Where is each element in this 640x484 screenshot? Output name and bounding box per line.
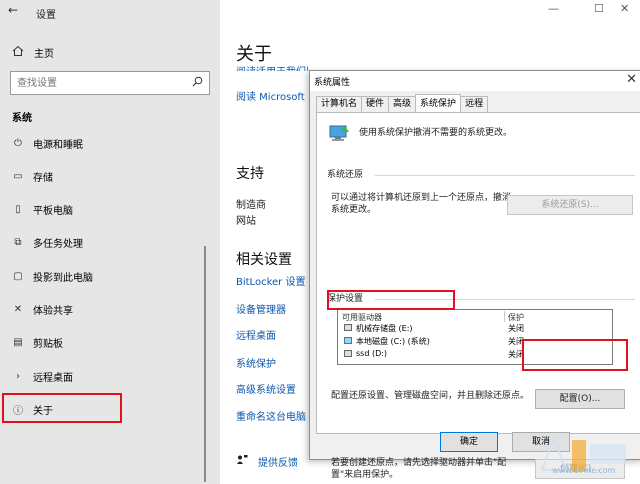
sidebar-item-clipboard[interactable]: ▤ 剪贴板 xyxy=(0,330,218,354)
restore-group-label: 系统还原 xyxy=(327,170,364,180)
settings-titlebar: ← 设置 — ☐ ✕ xyxy=(0,0,640,24)
intro-text: 使用系统保护撤消不需要的系统更改。 xyxy=(359,128,513,138)
tab-computer-name[interactable]: 计算机名 xyxy=(316,96,363,112)
drive-name: 本地磁盘 (C:) (系统) xyxy=(356,337,430,346)
system-restore-button[interactable]: 系统还原(S)... xyxy=(507,195,633,215)
ok-button[interactable]: 确定 xyxy=(440,432,498,452)
support-heading: 支持 xyxy=(236,166,264,182)
service-agreement-link[interactable]: 阅读适用于我们服务的 Microsoft 服务协议 xyxy=(236,63,308,71)
sidebar-home[interactable]: 主页 xyxy=(12,43,54,61)
system-drive-icon xyxy=(344,337,352,344)
projecting-icon: ▢ xyxy=(13,270,23,282)
sidebar-section-heading: 系统 xyxy=(12,113,32,124)
restore-description: 可以通过将计算机还原到上一个还原点，撤消系统更改。 xyxy=(331,193,512,215)
multitasking-icon: ⧉ xyxy=(14,236,22,248)
sidebar-item-label: 电源和睡眠 xyxy=(33,139,83,151)
dialog-tabs: 计算机名 硬件 高级 系统保护 远程 xyxy=(316,94,489,112)
system-protection-panel: 使用系统保护撤消不需要的系统更改。 系统还原 可以通过将计算机还原到上一个还原点… xyxy=(316,112,640,480)
restore-group-line xyxy=(375,175,635,176)
tab-hardware[interactable]: 硬件 xyxy=(361,96,390,112)
maximize-icon[interactable]: ☐ xyxy=(594,2,604,15)
home-label: 主页 xyxy=(34,48,54,60)
dialog-title: 系统属性 xyxy=(314,78,351,88)
license-terms-link[interactable]: 阅读 Microsoft 软 xyxy=(236,88,308,103)
sidebar-item-label: 体验共享 xyxy=(33,305,73,317)
sidebar-item-shared-experiences[interactable]: ✕ 体验共享 xyxy=(0,297,218,321)
configure-button[interactable]: 配置(O)... xyxy=(535,389,625,409)
minimize-icon[interactable]: — xyxy=(548,2,559,15)
tab-advanced[interactable]: 高级 xyxy=(388,96,417,112)
tab-system-protection[interactable]: 系统保护 xyxy=(415,94,462,112)
dialog-titlebar: 系统属性 ✕ xyxy=(310,71,640,91)
configure-description: 配置还原设置、管理磁盘空间，并且删除还原点。 xyxy=(331,391,530,401)
system-drive-highlight-box xyxy=(327,290,455,310)
sidebar-item-storage[interactable]: ▭ 存储 xyxy=(0,164,218,188)
sidebar-item-label: 存储 xyxy=(33,172,53,184)
sidebar-item-label: 平板电脑 xyxy=(33,205,73,217)
sidebar-item-label: 多任务处理 xyxy=(33,238,83,250)
watermark-text: www.17mc.com xyxy=(552,466,616,475)
power-icon: ⏻ xyxy=(14,137,22,149)
search-box[interactable] xyxy=(10,71,210,95)
storage-icon: ▭ xyxy=(13,170,23,182)
sidebar-item-label: 剪贴板 xyxy=(33,338,63,350)
create-description: 若要创建还原点，请先选择驱动器并单击"配置"来启用保护。 xyxy=(331,458,507,480)
related-link-rename-pc[interactable]: 重命名这台电脑 xyxy=(236,408,306,423)
feedback-label: 提供反馈 xyxy=(258,458,298,469)
sidebar-item-multitasking[interactable]: ⧉ 多任务处理 xyxy=(0,230,218,254)
column-divider xyxy=(504,311,505,322)
remote-desktop-icon: › xyxy=(16,370,20,382)
system-properties-dialog: 系统属性 ✕ 计算机名 硬件 高级 系统保护 远程 使用系统保护撤消不需要的系统… xyxy=(309,70,640,480)
drive-name: 机械存储盘 (E:) xyxy=(356,324,413,333)
drive-icon xyxy=(344,324,352,331)
tablet-icon: ▯ xyxy=(15,203,21,215)
sidebar-scrollbar[interactable] xyxy=(204,246,206,482)
sidebar-item-projecting[interactable]: ▢ 投影到此电脑 xyxy=(0,264,218,288)
back-arrow-icon[interactable]: ← xyxy=(8,3,18,17)
clipboard-icon: ▤ xyxy=(13,336,23,348)
sidebar-item-label: 投影到此电脑 xyxy=(33,272,93,284)
related-settings-heading: 相关设置 xyxy=(236,252,292,268)
related-link-bitlocker[interactable]: BitLocker 设置 xyxy=(236,273,305,288)
system-protection-icon xyxy=(327,123,351,145)
shared-experiences-icon: ✕ xyxy=(13,303,23,315)
related-link-advanced-system[interactable]: 高级系统设置 xyxy=(236,381,296,396)
related-link-remote-desktop[interactable]: 远程桌面 xyxy=(236,327,276,342)
about-highlight-box xyxy=(2,393,122,423)
drives-column-state: 保护 xyxy=(508,313,524,322)
feedback-link[interactable]: 提供反馈 xyxy=(236,454,298,469)
sidebar-item-tablet[interactable]: ▯ 平板电脑 xyxy=(0,197,218,221)
drive-name: ssd (D:) xyxy=(356,349,388,358)
drive-row[interactable]: 机械存储盘 (E:) 关闭 xyxy=(338,323,612,334)
feedback-icon xyxy=(236,454,250,469)
related-link-system-protection[interactable]: 系统保护 xyxy=(236,355,276,370)
website-label: 网站 xyxy=(236,216,256,227)
drives-column-name: 可用驱动器 xyxy=(342,313,382,322)
sidebar-item-label: 远程桌面 xyxy=(33,372,73,384)
related-link-device-manager[interactable]: 设备管理器 xyxy=(236,301,286,316)
dialog-close-icon[interactable]: ✕ xyxy=(626,72,637,87)
search-icon[interactable] xyxy=(192,76,203,90)
configure-highlight-box xyxy=(522,339,628,371)
home-icon xyxy=(12,45,26,60)
sidebar-item-remote-desktop[interactable]: › 远程桌面 xyxy=(0,364,218,388)
drive-icon xyxy=(344,350,352,357)
window-title: 设置 xyxy=(36,10,56,21)
sidebar-item-power[interactable]: ⏻ 电源和睡眠 xyxy=(0,131,218,155)
close-icon[interactable]: ✕ xyxy=(620,2,629,15)
manufacturer-label: 制造商 xyxy=(236,200,266,211)
drive-state: 关闭 xyxy=(508,324,524,333)
search-input[interactable] xyxy=(11,72,187,94)
tab-remote[interactable]: 远程 xyxy=(460,96,489,112)
